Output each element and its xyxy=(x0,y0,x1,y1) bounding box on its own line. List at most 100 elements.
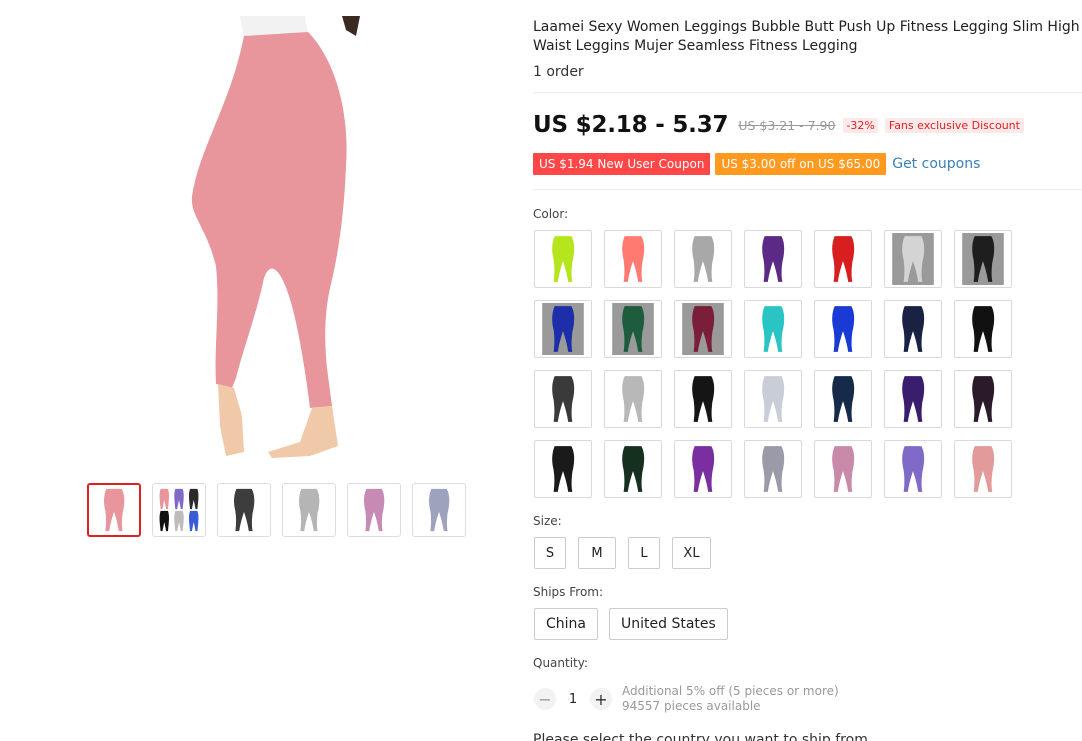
color-swatch-5[interactable] xyxy=(814,230,872,288)
product-title: Laamei Sexy Women Leggings Bubble Butt P… xyxy=(533,19,1080,54)
legging-icon xyxy=(612,373,654,425)
color-swatch-25[interactable] xyxy=(744,440,802,498)
legging-icon xyxy=(94,486,134,534)
legging-icon xyxy=(962,373,1004,425)
size-option-s[interactable]: S xyxy=(534,537,566,569)
color-swatch-17[interactable] xyxy=(674,370,732,428)
color-swatch-3[interactable] xyxy=(674,230,732,288)
thumbnail-2[interactable] xyxy=(152,483,206,537)
legging-icon xyxy=(822,373,864,425)
color-swatch-18[interactable] xyxy=(744,370,802,428)
divider xyxy=(533,92,1082,93)
divider xyxy=(533,189,1082,190)
legging-icon xyxy=(682,373,724,425)
color-swatch-27[interactable] xyxy=(884,440,942,498)
size-option-m[interactable]: M xyxy=(578,537,616,569)
legging-icon xyxy=(682,303,724,355)
size-option-l[interactable]: L xyxy=(628,537,660,569)
quantity-value[interactable]: 1 xyxy=(556,692,590,707)
legging-icon xyxy=(892,233,934,285)
main-legging-image xyxy=(191,16,360,458)
color-swatch-7[interactable] xyxy=(954,230,1012,288)
color-swatch-19[interactable] xyxy=(814,370,872,428)
color-swatch-grid xyxy=(534,230,1012,498)
bulk-discount-note: Additional 5% off (5 pieces or more) xyxy=(622,684,839,698)
size-option-xl[interactable]: XL xyxy=(672,537,711,569)
legging-icon xyxy=(752,373,794,425)
legging-icon xyxy=(354,486,394,534)
legging-icon xyxy=(224,486,264,534)
color-swatch-16[interactable] xyxy=(604,370,662,428)
color-swatch-10[interactable] xyxy=(674,300,732,358)
legging-icon xyxy=(892,373,934,425)
legging-icon xyxy=(542,303,584,355)
color-swatch-28[interactable] xyxy=(954,440,1012,498)
thumbnail-3[interactable] xyxy=(217,483,271,537)
legging-icon xyxy=(892,303,934,355)
color-swatch-13[interactable] xyxy=(884,300,942,358)
thumbnail-strip xyxy=(87,483,466,537)
thumbnail-4[interactable] xyxy=(282,483,336,537)
legging-icon xyxy=(542,373,584,425)
color-swatch-8[interactable] xyxy=(534,300,592,358)
legging-icon xyxy=(682,233,724,285)
new-user-coupon[interactable]: US $1.94 New User Coupon xyxy=(533,153,711,175)
thumbnail-6[interactable] xyxy=(412,483,466,537)
quantity-stepper: − 1 + Additional 5% off (5 pieces or mor… xyxy=(534,684,839,714)
color-swatch-9[interactable] xyxy=(604,300,662,358)
color-swatch-14[interactable] xyxy=(954,300,1012,358)
thumbnail-1[interactable] xyxy=(87,483,141,537)
legging-icon xyxy=(822,233,864,285)
legging-icon xyxy=(962,233,1004,285)
legging-icon xyxy=(682,443,724,495)
size-options: S M L XL xyxy=(534,537,711,569)
color-swatch-22[interactable] xyxy=(534,440,592,498)
fans-discount-tag: Fans exclusive Discount xyxy=(884,117,1024,133)
current-price: US $2.18 - 5.37 xyxy=(533,112,729,138)
legging-icon xyxy=(752,303,794,355)
original-price: US $3.21 - 7.90 xyxy=(738,117,836,133)
color-swatch-26[interactable] xyxy=(814,440,872,498)
order-count: 1 order xyxy=(533,64,584,80)
color-swatch-2[interactable] xyxy=(604,230,662,288)
quantity-label: Quantity: xyxy=(533,656,589,670)
color-swatch-21[interactable] xyxy=(954,370,1012,428)
color-swatch-20[interactable] xyxy=(884,370,942,428)
main-product-image[interactable] xyxy=(160,16,380,462)
stock-available: 94557 pieces available xyxy=(622,699,761,713)
ship-option-united-states[interactable]: United States xyxy=(609,608,728,640)
color-swatch-6[interactable] xyxy=(884,230,942,288)
quantity-info: Additional 5% off (5 pieces or more) 945… xyxy=(622,684,839,714)
legging-icon xyxy=(419,486,459,534)
ships-from-label: Ships From: xyxy=(533,585,604,599)
size-label: Size: xyxy=(533,514,562,528)
ships-from-options: China United States xyxy=(534,608,728,640)
thumbnail-5[interactable] xyxy=(347,483,401,537)
color-swatch-1[interactable] xyxy=(534,230,592,288)
color-swatch-4[interactable] xyxy=(744,230,802,288)
legging-icon xyxy=(962,443,1004,495)
multi-legging-icon xyxy=(159,488,199,532)
price-row: US $2.18 - 5.37 US $3.21 - 7.90 -32% Fan… xyxy=(533,112,1024,138)
color-swatch-15[interactable] xyxy=(534,370,592,428)
get-coupons-link[interactable]: Get coupons xyxy=(892,156,980,172)
color-swatch-12[interactable] xyxy=(814,300,872,358)
legging-icon xyxy=(822,443,864,495)
minus-icon[interactable]: − xyxy=(534,688,556,710)
ship-country-note: Please select the country you want to sh… xyxy=(533,732,868,741)
color-swatch-11[interactable] xyxy=(744,300,802,358)
discount-badge: -32% xyxy=(843,117,878,133)
legging-icon xyxy=(542,233,584,285)
color-swatch-24[interactable] xyxy=(674,440,732,498)
color-swatch-23[interactable] xyxy=(604,440,662,498)
legging-icon xyxy=(752,233,794,285)
ship-option-china[interactable]: China xyxy=(534,608,598,640)
store-coupon[interactable]: US $3.00 off on US $65.00 xyxy=(715,153,887,175)
legging-icon xyxy=(752,443,794,495)
legging-icon xyxy=(542,443,584,495)
legging-icon xyxy=(612,443,654,495)
legging-icon xyxy=(612,303,654,355)
plus-icon[interactable]: + xyxy=(590,688,612,710)
legging-icon xyxy=(822,303,864,355)
coupon-row: US $1.94 New User Coupon US $3.00 off on… xyxy=(533,153,980,175)
